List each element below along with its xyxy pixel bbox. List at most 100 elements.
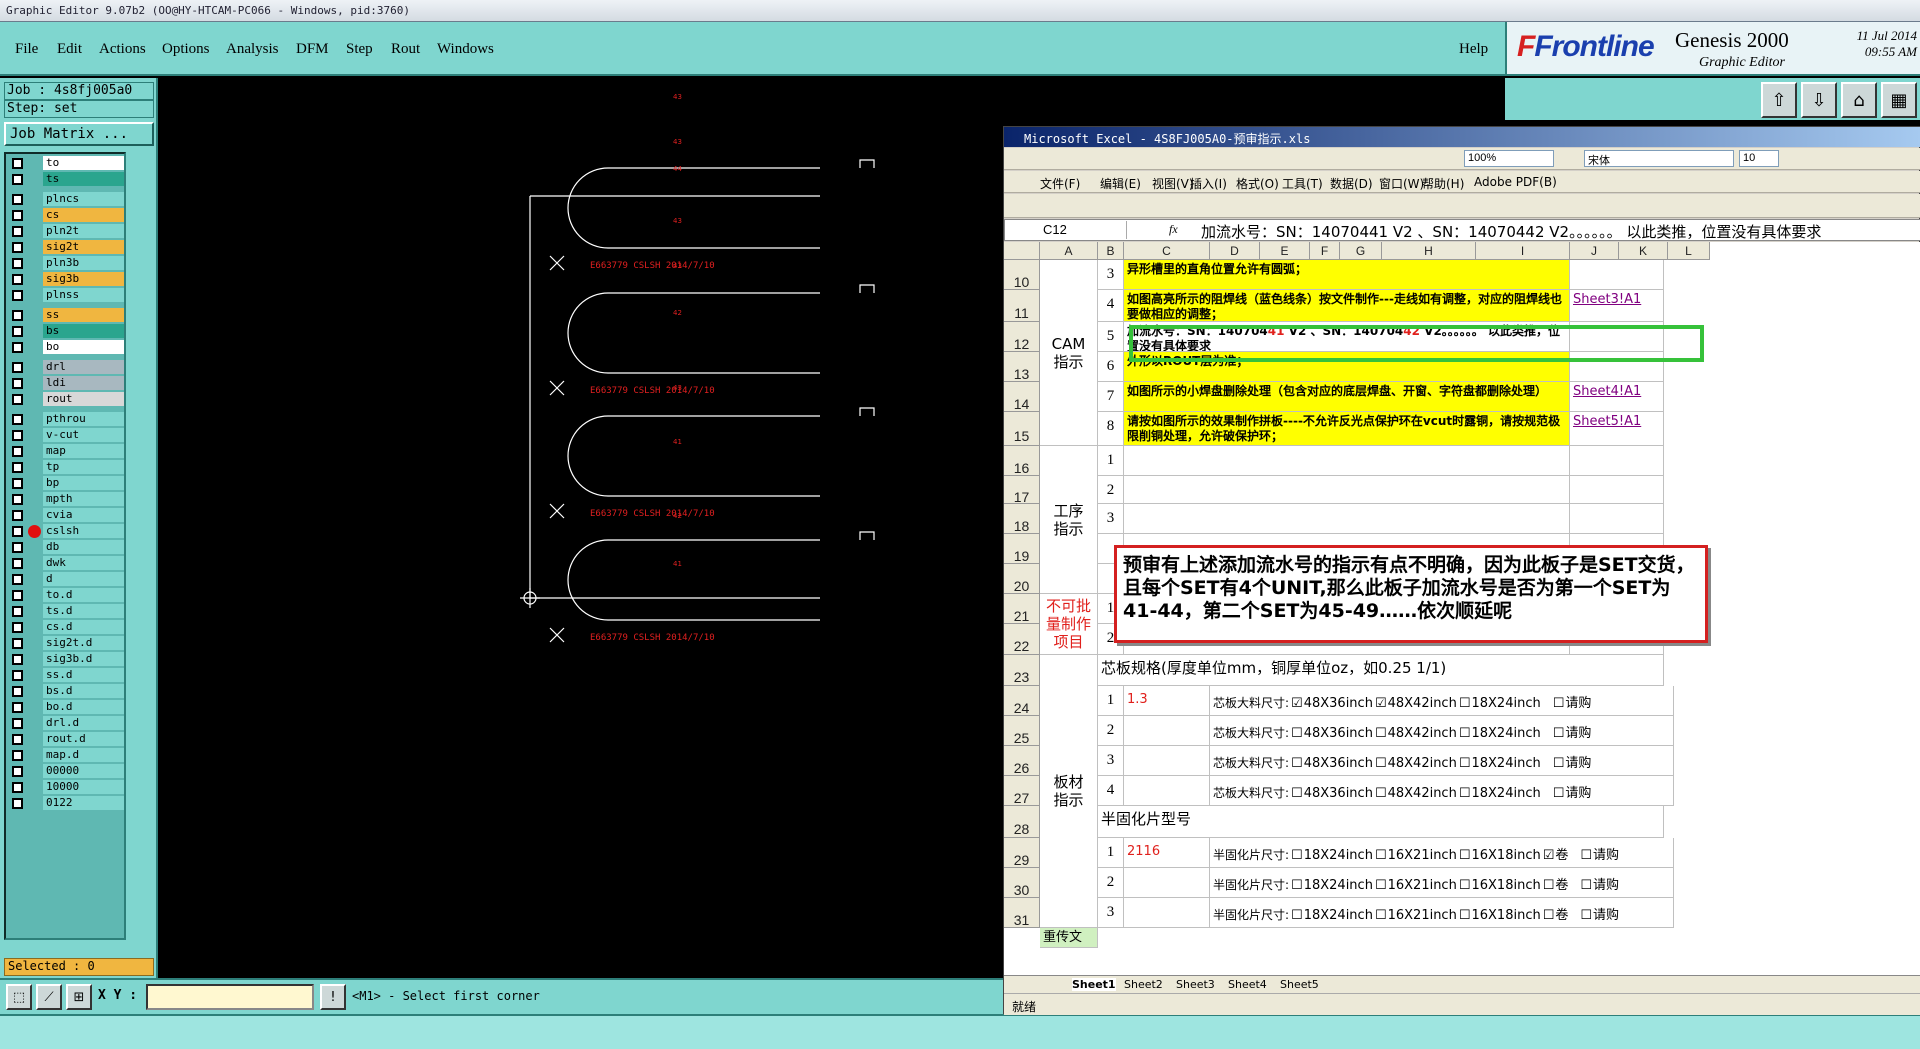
layer-row[interactable]: cvia [8,508,124,523]
option-checkbox[interactable]: ☐ [1291,848,1303,863]
sheet-tab[interactable]: Sheet1 [1072,978,1116,991]
link-cell[interactable] [1570,476,1664,504]
layer-checkbox[interactable] [12,226,23,237]
option-checkbox[interactable]: ☐ [1459,908,1471,923]
option-checkbox[interactable]: ☐ [1459,848,1471,863]
sheet-link[interactable]: Sheet4!A1 [1570,382,1664,412]
row-header[interactable]: 18 [1004,504,1040,534]
layer-checkbox[interactable] [12,718,23,729]
option-checkbox[interactable]: ☐ [1459,786,1471,801]
layer-row[interactable]: rout.d [8,732,124,747]
layer-checkbox[interactable] [12,638,23,649]
item-number[interactable]: 1 [1098,838,1124,868]
layer-checkbox[interactable] [12,258,23,269]
core-value[interactable]: 1.3 [1124,686,1210,716]
row-header[interactable]: 26 [1004,746,1040,776]
upload-cell[interactable]: 重传文 [1040,928,1098,948]
home-icon[interactable]: ⌂ [1841,82,1877,118]
column-header[interactable]: L [1668,242,1710,260]
layer-checkbox[interactable] [12,526,23,537]
pp-size-options[interactable]: 半固化片尺寸: ☐18X24inch ☐16X21inch ☐16X18inch ☑卷 ☐… [1210,838,1674,868]
job-matrix-button[interactable]: Job Matrix ... [4,122,154,146]
layer-row[interactable]: cs.d [8,620,124,635]
layer-row[interactable]: drl.d [8,716,124,731]
layer-row[interactable]: bs [8,324,124,339]
excel-menu-item[interactable]: 编辑(E) [1100,175,1141,192]
zoom-select[interactable]: 100% [1464,150,1554,167]
layer-row[interactable]: d [8,572,124,587]
sheet-tab[interactable]: Sheet2 [1124,978,1163,991]
layer-row[interactable]: cs [8,208,124,223]
menu-options[interactable]: Options [162,41,210,58]
layer-checkbox[interactable] [12,158,23,169]
sheet-tab[interactable]: Sheet3 [1176,978,1215,991]
option-checkbox[interactable]: ☐ [1543,908,1555,923]
layer-row[interactable]: 10000 [8,780,124,795]
row-header[interactable]: 29 [1004,838,1040,868]
layer-row[interactable]: dwk [8,556,124,571]
upload-icon[interactable]: ⇧ [1761,82,1797,118]
column-header[interactable]: K [1619,242,1668,260]
column-header[interactable]: G [1340,242,1382,260]
layer-checkbox[interactable] [12,670,23,681]
excel-menu-item[interactable]: 帮助(H) [1422,175,1464,192]
row-header[interactable]: 20 [1004,564,1040,594]
option-checkbox[interactable]: ☐ [1459,756,1471,771]
layer-row[interactable]: ldi [8,376,124,391]
layer-checkbox[interactable] [12,430,23,441]
option-checkbox[interactable]: ☐ [1459,726,1471,741]
item-number[interactable]: 4 [1098,776,1124,806]
option-checkbox[interactable]: ☐ [1375,726,1387,741]
layer-checkbox[interactable] [12,494,23,505]
layer-row[interactable]: tp [8,460,124,475]
layer-checkbox[interactable] [12,510,23,521]
row-header[interactable]: 24 [1004,686,1040,716]
core-value[interactable] [1124,746,1210,776]
link-cell[interactable] [1570,446,1664,476]
layer-row[interactable]: sig2t.d [8,636,124,651]
option-checkbox[interactable]: ☐ [1553,786,1565,801]
layer-row[interactable]: bs.d [8,684,124,699]
option-checkbox[interactable]: ☐ [1375,908,1387,923]
row-header[interactable]: 27 [1004,776,1040,806]
xy-input[interactable] [146,984,314,1010]
item-number[interactable]: 8 [1098,412,1124,446]
layer-checkbox[interactable] [12,750,23,761]
option-checkbox[interactable]: ☑ [1375,696,1387,711]
column-header[interactable]: F [1310,242,1340,260]
item-number[interactable]: 3 [1098,746,1124,776]
font-size-select[interactable]: 10 [1739,150,1779,167]
layer-row[interactable]: mpth [8,492,124,507]
column-header[interactable]: B [1098,242,1124,260]
excel-menu-item[interactable]: 窗口(W) [1379,175,1424,192]
option-checkbox[interactable]: ☑ [1543,848,1555,863]
row-header[interactable]: 11 [1004,290,1040,322]
layer-checkbox[interactable] [12,194,23,205]
layer-row[interactable]: pln2t [8,224,124,239]
row-header[interactable]: 19 [1004,534,1040,564]
column-header[interactable]: D [1210,242,1260,260]
row-header[interactable]: 23 [1004,655,1040,686]
layer-checkbox[interactable] [12,174,23,185]
layer-checkbox[interactable] [12,462,23,473]
option-checkbox[interactable]: ☐ [1580,878,1592,893]
option-checkbox[interactable]: ☐ [1375,756,1387,771]
instruction-cell[interactable]: 异形槽里的直角位置允许有圆弧； [1124,260,1570,290]
row-header[interactable]: 10 [1004,260,1040,290]
sheet-link[interactable]: Sheet3!A1 [1570,290,1664,322]
menu-step[interactable]: Step [346,41,373,58]
layer-row[interactable]: drl [8,360,124,375]
layer-checkbox[interactable] [12,378,23,389]
layer-row[interactable]: ts [8,172,124,187]
layer-row[interactable]: map.d [8,748,124,763]
link-cell[interactable] [1570,504,1664,534]
excel-menu-item[interactable]: 工具(T) [1282,175,1323,192]
item-number[interactable]: 6 [1098,352,1124,382]
instruction-cell[interactable]: 如图所示的小焊盘删除处理（包含对应的底层焊盘、开窗、字符盘都删除处理） [1124,382,1570,412]
layer-row[interactable]: pthrou [8,412,124,427]
layer-checkbox[interactable] [12,606,23,617]
layer-checkbox[interactable] [12,702,23,713]
instruction-cell[interactable]: 请按如图所示的效果制作拼板----不允许反光点保护环在vcut时露铜，请按规范极… [1124,412,1570,446]
core-size-options[interactable]: 芯板大料尺寸: ☑48X36inch ☑48X42inch ☐18X24inch ☐请购 [1210,686,1674,716]
menu-edit[interactable]: Edit [57,41,82,58]
